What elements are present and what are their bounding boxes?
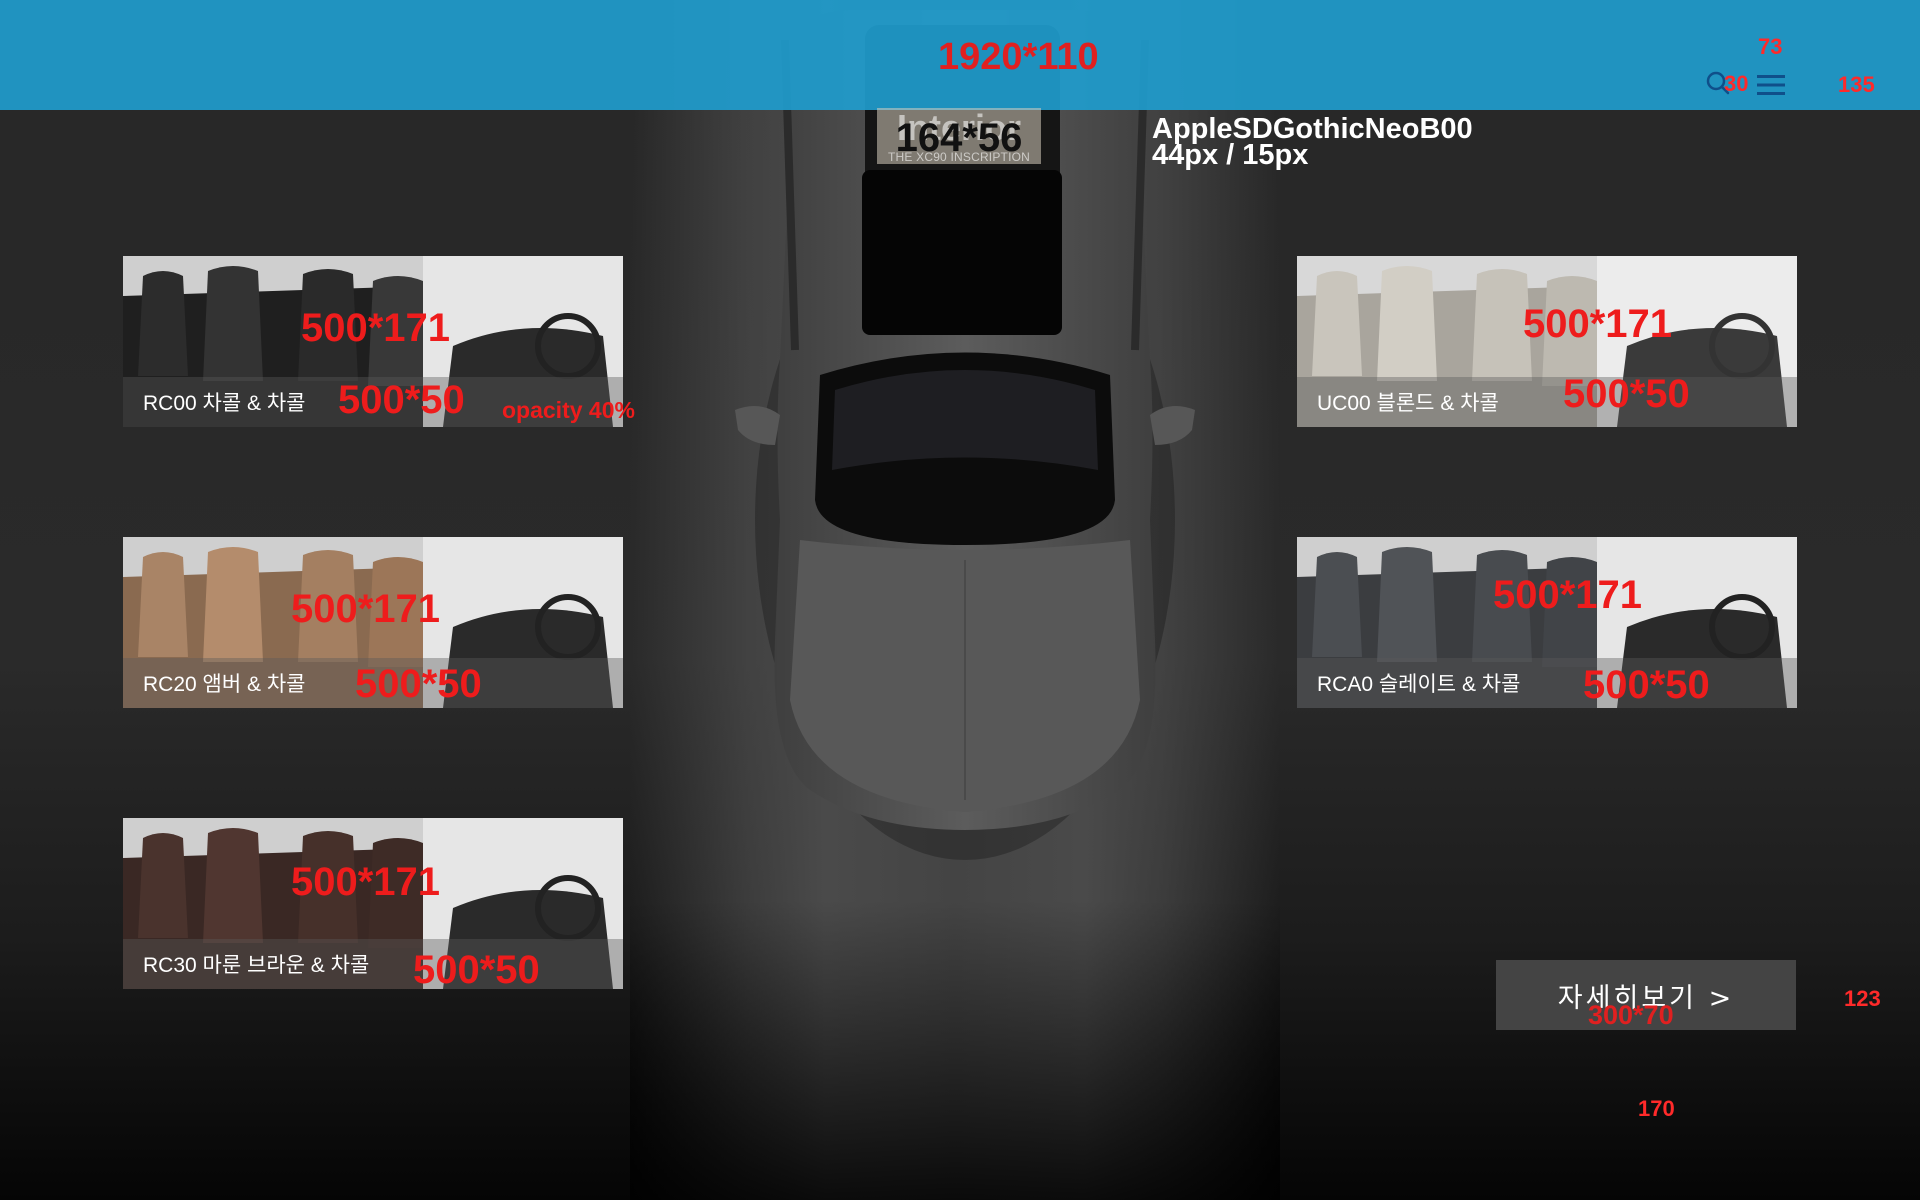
card-label: RC20 앰버 & 차콜 — [143, 673, 306, 696]
card-label: UC00 블론드 & 차콜 — [1317, 392, 1499, 415]
font-spec-size: 44px / 15px — [1152, 139, 1309, 171]
opacity-annotation: opacity 40% — [502, 397, 635, 423]
header-dimension-label: 1920*110 — [938, 36, 1099, 78]
strip-size-annotation: 500*50 — [413, 948, 540, 989]
card-label: RC30 마룬 브라운 & 차콜 — [143, 954, 370, 977]
road-shadow — [630, 900, 1280, 1200]
button-right-spacing-annotation: 123 — [1844, 986, 1881, 1011]
spacing-annotation-top: 73 — [1758, 34, 1783, 59]
spacing-annotation-gap: 30 — [1724, 71, 1749, 96]
button-bottom-spacing-annotation: 170 — [1638, 1096, 1675, 1121]
spacing-annotation-right: 135 — [1838, 72, 1875, 97]
font-spec-note: AppleSDGothicNeoB00 44px / 15px — [1152, 115, 1473, 171]
card-size-annotation: 500*171 — [1493, 573, 1643, 617]
card-size-annotation: 500*171 — [301, 306, 451, 350]
card-size-annotation: 500*171 — [291, 860, 441, 904]
seat-card-rca0[interactable]: RCA0 슬레이트 & 차콜 500*171 500*50 — [1297, 537, 1797, 708]
site-header: 1920*110 73 30 135 — [0, 0, 1920, 110]
menu-icon[interactable] — [1757, 74, 1785, 96]
card-size-annotation: 500*171 — [1523, 302, 1673, 346]
title-dimension-label: 164*56 — [895, 116, 1023, 160]
button-size-annotation: 300*70 — [1588, 1000, 1674, 1030]
seat-card-uc00[interactable]: UC00 블론드 & 차콜 500*171 500*50 — [1297, 256, 1797, 427]
strip-size-annotation: 500*50 — [338, 378, 465, 422]
seat-card-rc20[interactable]: RC20 앰버 & 차콜 500*171 500*50 — [123, 537, 623, 708]
card-label: RC00 차콜 & 차콜 — [143, 392, 306, 415]
strip-size-annotation: 500*50 — [1563, 372, 1690, 416]
strip-size-annotation: 500*50 — [355, 662, 482, 706]
page-title-block: Interior THE XC90 INSCRIPTION 164*56 — [877, 108, 1041, 164]
card-label: RCA0 슬레이트 & 차콜 — [1317, 673, 1521, 696]
seat-card-rc30[interactable]: RC30 마룬 브라운 & 차콜 500*171 500*50 — [123, 818, 623, 989]
card-size-annotation: 500*171 — [291, 587, 441, 631]
strip-size-annotation: 500*50 — [1583, 663, 1710, 707]
